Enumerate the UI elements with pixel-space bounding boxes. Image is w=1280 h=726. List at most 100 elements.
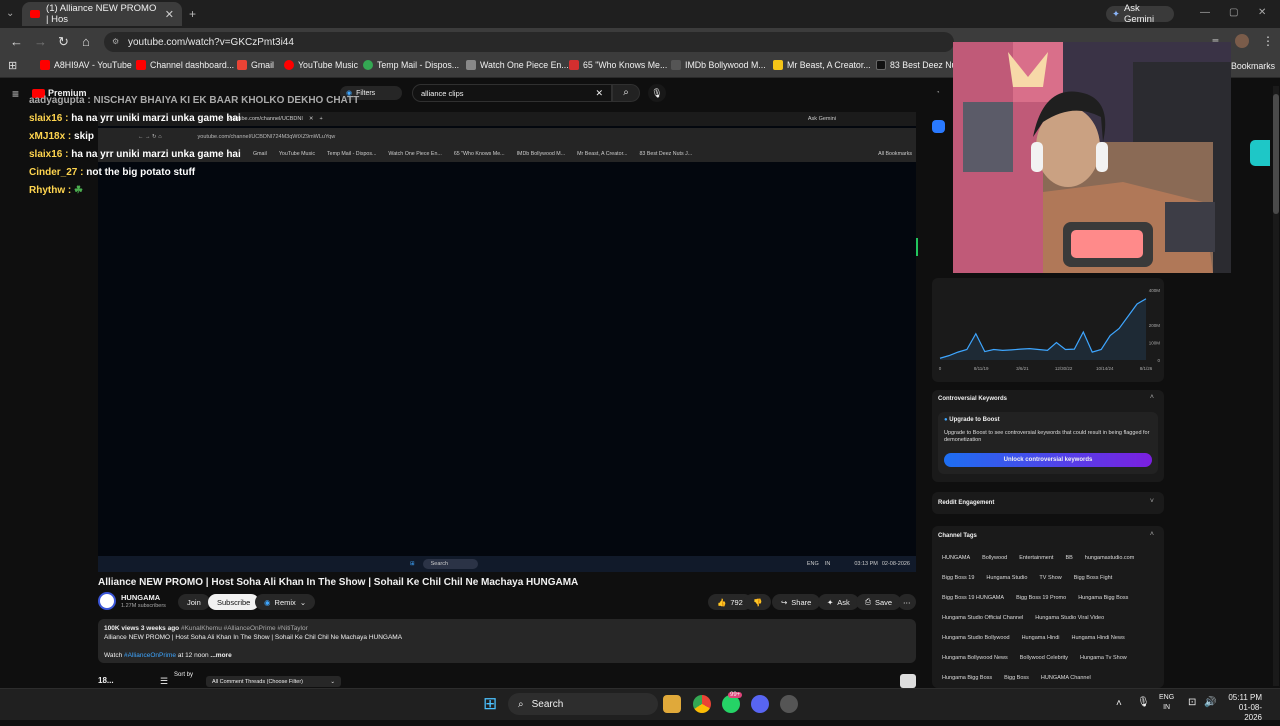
vidiq-icon[interactable] (932, 120, 945, 133)
bookmark-2[interactable]: Gmail (237, 60, 274, 70)
volume-icon[interactable]: 🔊 (1204, 697, 1216, 708)
bookmark-1[interactable]: Channel dashboard... (136, 60, 234, 70)
site-info-icon[interactable]: ⚙ (112, 37, 119, 46)
taskbar-search[interactable]: ⌕ Search (508, 693, 658, 715)
channel-tag[interactable]: HUNGAMA (942, 555, 970, 561)
channel-name[interactable]: HUNGAMA (121, 593, 160, 602)
close-window-icon[interactable]: ✕ (1258, 7, 1266, 18)
channel-tag[interactable]: Hungama Bigg Boss (1078, 595, 1128, 601)
channel-tag[interactable]: Entertainment (1019, 555, 1053, 561)
windows-start-icon[interactable]: ⊞ (483, 695, 497, 713)
language-indicator[interactable]: ENG IN (1159, 693, 1174, 713)
bookmark-6[interactable]: 65 "Who Knows Me... (569, 60, 667, 70)
file-explorer-icon[interactable] (663, 695, 681, 713)
more-options-icon[interactable]: ⋮ (1262, 34, 1274, 48)
gemini-icon: ✦ (1112, 8, 1120, 20)
desc-more[interactable]: ...more (210, 652, 231, 659)
search-input[interactable]: alliance clips ✕ (412, 84, 612, 102)
clock[interactable]: 05:11 PM 01-08-2026 (1226, 693, 1262, 723)
forward-icon[interactable]: → (34, 34, 47, 49)
share-button[interactable]: ↪ Share (772, 594, 821, 610)
sort-icon[interactable]: ☰ (160, 676, 168, 687)
channel-tag[interactable]: hungamastudio.com (1085, 555, 1135, 561)
hamburger-menu-icon[interactable]: ≡ (12, 87, 19, 101)
obs-icon[interactable] (780, 695, 798, 713)
channel-tag[interactable]: Hungama Bollywood News (942, 655, 1008, 661)
channel-tag[interactable]: Bollywood (982, 555, 1007, 561)
page-scrollbar[interactable] (1273, 86, 1279, 686)
microphone-icon[interactable]: 🎙 (1137, 697, 1150, 708)
voice-search-icon[interactable]: 🎙 (648, 84, 666, 102)
reddit-engagement-panel[interactable]: Reddit Engagement ˅ (932, 492, 1164, 514)
channel-tag[interactable]: Hungama Tv Show (1080, 655, 1127, 661)
channel-tag[interactable]: Bigg Boss (1004, 675, 1029, 681)
network-icon[interactable]: ⊡ (1188, 697, 1196, 708)
ask-gemini-button[interactable]: ✦ Ask Gemini (1106, 3, 1174, 25)
inner-windows-icon: ⊞ (410, 561, 415, 567)
channel-tag[interactable]: Hungama Bigg Boss (942, 675, 992, 681)
chevron-up-icon[interactable]: ˄ (1150, 531, 1154, 538)
apps-grid-icon[interactable]: ⊞ (8, 59, 17, 72)
channel-tag[interactable]: Hungama Studio Bollywood (942, 635, 1010, 641)
channel-avatar[interactable] (98, 592, 116, 610)
home-icon[interactable]: ⌂ (82, 34, 90, 49)
more-actions-button[interactable]: ⋯ (898, 594, 916, 610)
channel-tag[interactable]: Bollywood Celebrity (1020, 655, 1068, 661)
all-bookmarks[interactable]: Bookmarks (1231, 61, 1275, 71)
ask-button[interactable]: ✦ Ask (818, 594, 859, 610)
channel-tag[interactable]: Bigg Boss 19 (942, 575, 974, 581)
channel-tags-panel: Channel Tags ˄ HUNGAMA Bollywood Entertain… (932, 526, 1164, 721)
channel-tag[interactable]: Bigg Boss 19 Promo (1016, 595, 1066, 601)
channel-tag[interactable]: HUNGAMA Channel (1041, 675, 1091, 681)
bookmark-7[interactable]: IMDb Bollywood M... (671, 60, 766, 70)
unlock-keywords-button[interactable]: Unlock controversial keywords (944, 453, 1152, 467)
bookmark-4[interactable]: Temp Mail - Dispos... (363, 60, 459, 70)
bookmark-3[interactable]: YouTube Music (284, 60, 358, 70)
tab-search-icon[interactable]: ⌄ (6, 8, 14, 19)
share-label: Share (791, 597, 812, 607)
bookmark-5[interactable]: Watch One Piece En... (466, 60, 569, 70)
channel-tag[interactable]: Bigg Boss 19 HUNGAMA (942, 595, 1004, 601)
channel-tag[interactable]: Hungama Hindi News (1072, 635, 1125, 641)
browser-tab-active[interactable]: (1) Alliance NEW PROMO | Hos ✕ (22, 2, 182, 26)
reload-icon[interactable]: ↻ (58, 34, 69, 50)
side-extension-tab[interactable] (1250, 140, 1270, 166)
bookmark-0[interactable]: A8HI9AV - YouTube (40, 60, 132, 70)
subscribe-button[interactable]: Subscribe (208, 594, 260, 610)
remix-button[interactable]: ◉ Remix ⌄ (255, 594, 316, 610)
video-player[interactable] (98, 112, 916, 572)
scrollbar-thumb[interactable] (1273, 94, 1279, 214)
back-icon[interactable]: ← (10, 34, 23, 49)
channel-tag[interactable]: Hungama Studio (986, 575, 1027, 581)
tray-chevron-icon[interactable]: ˄ (1116, 698, 1122, 709)
desc-link[interactable]: #AllianceOnPrime (124, 652, 176, 659)
chevron-up-icon[interactable]: ˄ (1150, 394, 1154, 401)
channel-tag[interactable]: Bigg Boss Fight (1074, 575, 1113, 581)
comment-filter-dropdown[interactable]: All Comment Threads (Choose Filter) ⌄ (206, 676, 341, 687)
description-box[interactable]: 100K views 3 weeks ago #KunalKhemu #Alli… (98, 619, 916, 663)
address-bar[interactable]: youtube.com/watch?v=GKCzPmt3i44 (104, 32, 954, 52)
desc-hashtags[interactable]: #KunalKhemu #AllianceOnPrime #NitiTaylor (181, 625, 308, 632)
miniplayer-icon[interactable] (900, 674, 916, 688)
search-button[interactable]: ⌕ (612, 84, 640, 102)
profile-avatar[interactable] (1235, 34, 1249, 48)
channel-tag[interactable]: Hungama Studio Viral Video (1035, 615, 1104, 621)
join-button[interactable]: Join (178, 594, 210, 610)
chrome-icon[interactable] (693, 695, 711, 713)
save-button[interactable]: ⎙ Save (856, 594, 902, 610)
discord-icon[interactable] (751, 695, 769, 713)
controversial-title[interactable]: Controversial Keywords (938, 396, 1007, 402)
channel-tag[interactable]: Hungama Hindi (1022, 635, 1060, 641)
channel-tag[interactable]: Hungama Studio Official Channel (942, 615, 1023, 621)
sort-by-label[interactable]: Sort by (174, 672, 194, 679)
dislike-button[interactable]: 👎 (744, 594, 772, 610)
maximize-icon[interactable]: ▢ (1229, 7, 1238, 18)
close-tab-icon[interactable]: ✕ (165, 8, 174, 21)
bookmark-8[interactable]: Mr Beast, A Creator... (773, 60, 871, 70)
channel-tags-title[interactable]: Channel Tags (938, 533, 977, 539)
new-tab-icon[interactable]: + (189, 7, 196, 21)
clear-search-icon[interactable]: ✕ (595, 88, 603, 99)
channel-tag[interactable]: BB (1065, 555, 1072, 561)
channel-tag[interactable]: TV Show (1039, 575, 1061, 581)
minimize-icon[interactable]: — (1200, 7, 1210, 18)
